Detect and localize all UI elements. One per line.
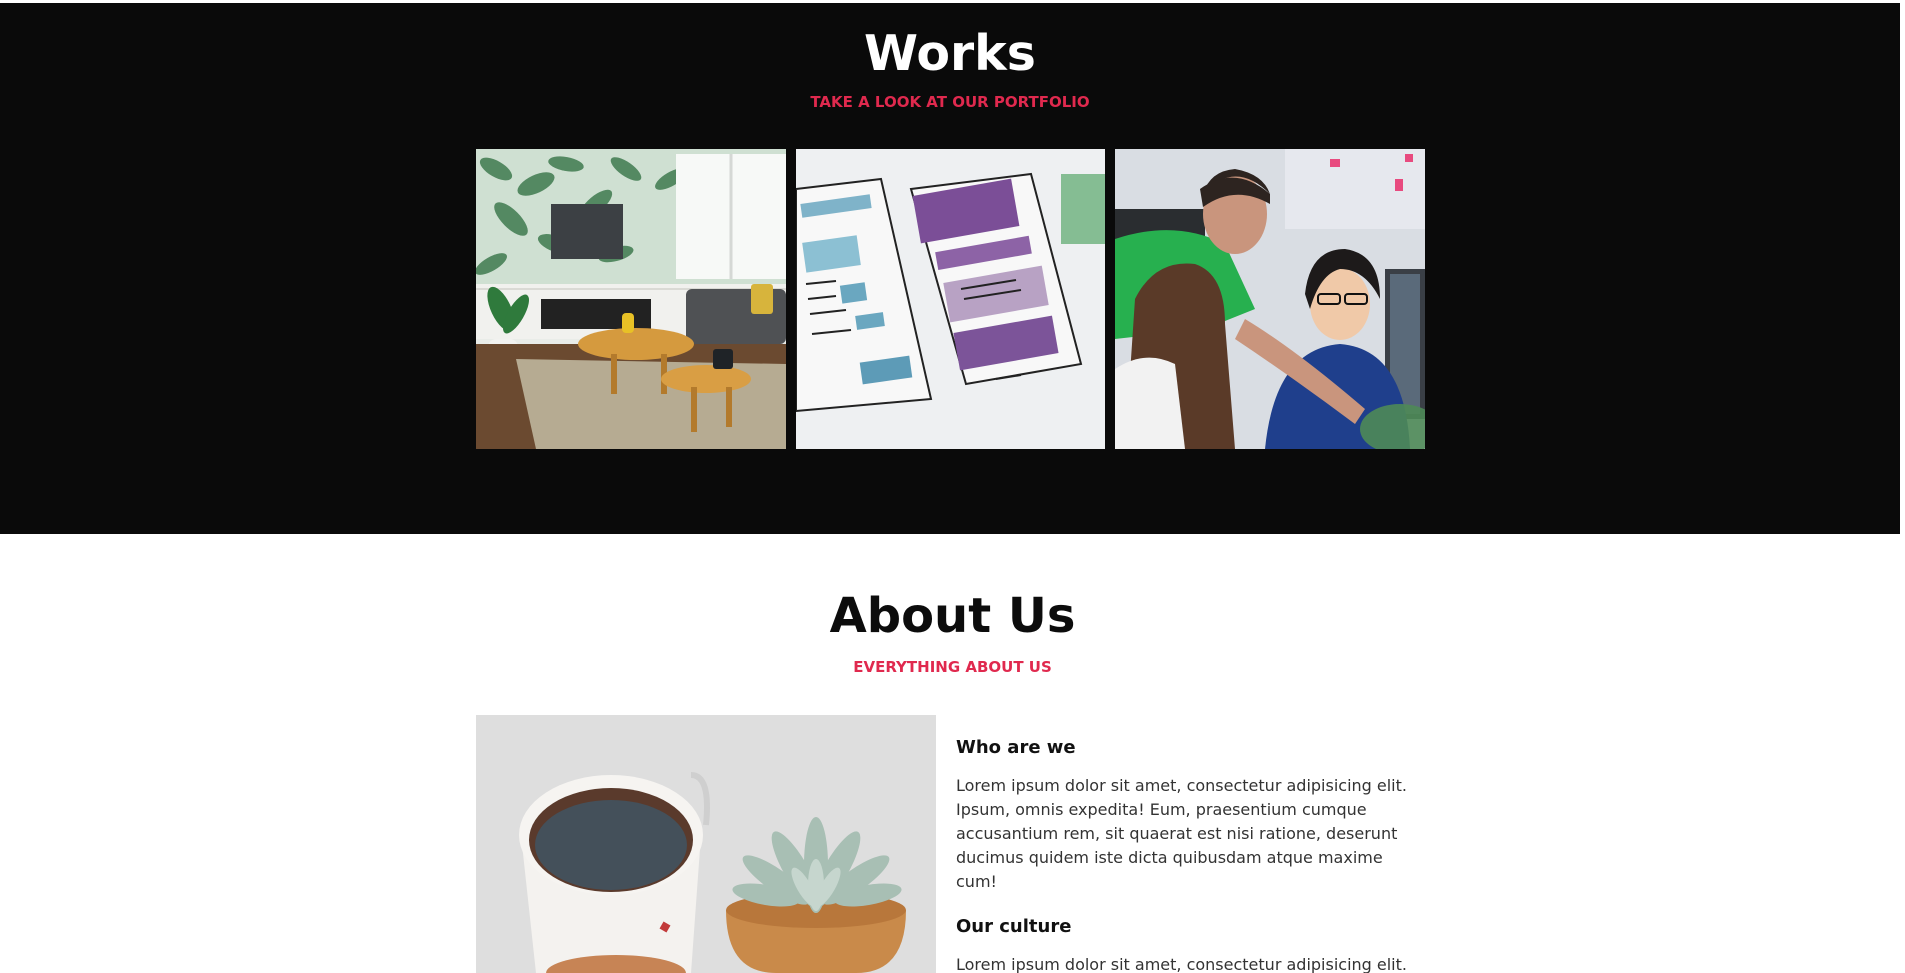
about-section: About Us EVERYTHING ABOUT US Who are we … [0, 534, 1905, 973]
our-culture-heading: Our culture [956, 916, 1072, 937]
works-subtitle: TAKE A LOOK AT OUR PORTFOLIO [810, 93, 1090, 111]
portfolio-gallery [476, 149, 1426, 449]
portfolio-item-team[interactable] [1115, 149, 1426, 449]
about-title: About Us [829, 588, 1076, 644]
about-text-column: Who are we Lorem ipsum dolor sit amet, c… [956, 737, 1426, 973]
who-are-we-text: Lorem ipsum dolor sit amet, consectetur … [956, 776, 1407, 891]
portfolio-item-wireframe[interactable] [795, 149, 1106, 449]
wireframe-sketch-image [795, 149, 1106, 449]
coffee-and-succulent-image [476, 715, 936, 973]
works-section: Works TAKE A LOOK AT OUR PORTFOLIO [0, 3, 1900, 534]
our-culture-text: Lorem ipsum dolor sit amet, consectetur … [956, 955, 1407, 973]
team-at-computer-image [1115, 149, 1426, 449]
scrollbar-track[interactable] [1900, 0, 1905, 534]
page: Works TAKE A LOOK AT OUR PORTFOLIO About… [0, 0, 1905, 973]
who-are-we-heading: Who are we [956, 737, 1076, 758]
living-room-image [476, 149, 786, 449]
about-image [476, 715, 936, 973]
works-title: Works [864, 25, 1036, 82]
about-subtitle: EVERYTHING ABOUT US [853, 658, 1052, 676]
portfolio-item-living-room[interactable] [476, 149, 786, 449]
